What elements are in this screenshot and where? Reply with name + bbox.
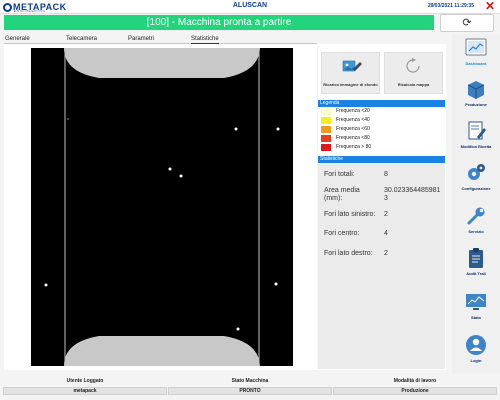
legend-item: Frequenza <40 [318,116,445,125]
wrench-icon [467,207,485,225]
sidebar-item-label: Servizio [468,229,484,234]
sidebar-item-label: Dashboard [465,61,487,66]
footer-user-value: metapack [3,387,167,395]
legend-item: Frequenza <80 [318,134,445,143]
status-footer: Utente Loggato metapack Stato Macchina P… [0,377,500,400]
tab-statistiche[interactable]: Statistiche [191,35,219,44]
stat-right-holes-label: Fori lato destro: [324,250,373,257]
footer-mode-value: Produzione [333,387,497,395]
footer-user-title: Utente Loggato [66,378,104,384]
sidebar-item-modifica-ricetta[interactable]: Modifica Ricetta [452,117,500,159]
reload-icon [406,58,420,73]
recalculate-map-label: Ricalcola mappa [397,82,430,87]
scan-hole [274,282,278,286]
statistics-header: Statistiche [318,156,445,163]
scan-view-area [4,44,317,370]
tab-parametri[interactable]: Parametri [128,35,154,44]
scan-hole [234,127,238,131]
clipboard-icon [469,248,483,268]
sidebar-item-dashboard[interactable]: Dashboard [452,34,500,76]
sidebar-item-label: Configurazione [461,186,491,191]
recalculate-map-button[interactable]: Ricalcola mappa [384,52,443,94]
datetime: 29/03/2021 11:29:35 [427,3,474,9]
stat-total-holes-label: Fori totali: [324,171,355,178]
image-refresh-icon [342,60,362,72]
legend-swatch [321,144,331,151]
machine-status-banner: [100] - Macchina pronta a partire [4,15,434,30]
legend-swatch [321,108,331,115]
footer-work-mode: Modalità di lavoro Produzione [333,377,497,395]
legend-label: Frequenza <80 [336,135,370,141]
scan-hole [168,167,172,171]
refresh-button[interactable]: ⟳ [440,14,494,32]
tab-bar: Generale Telecamera Parametri Statistich… [4,35,317,44]
logo-subtitle: ENGINEERING [14,9,47,13]
footer-logged-user: Utente Loggato metapack [3,377,167,395]
footer-machine-state: Stato Macchina PRONTO [168,377,332,395]
reload-background-image-button[interactable]: Ricarica immagine di sfondo [321,52,380,94]
edit-document-icon [468,121,486,140]
stat-right-holes-value: 2 [384,250,388,257]
sidebar-item-label: Produzione [465,102,487,107]
scan-image [31,48,293,366]
close-icon[interactable]: ✕ [484,0,496,12]
sidebar: Dashboard Produzione Modifica Ricetta Co… [452,34,500,374]
sidebar-item-label: Login [470,358,482,363]
scan-svg [31,48,293,366]
stat-total-holes-value: 8 [384,171,388,178]
legend-label: Frequenza <40 [336,117,370,123]
legend-label: Frequenza > 80 [336,144,372,150]
statistics-table: Fori totali: 8 Area media (mm): 30.02336… [318,163,445,369]
legend-item: Frequenza <60 [318,125,445,134]
sidebar-item-servizio[interactable]: Servizio [452,202,500,244]
legend-swatch [321,135,331,142]
legend-label: Frequenza <20 [336,108,370,114]
sidebar-item-produzione[interactable]: Produzione [452,75,500,117]
refresh-icon: ⟳ [462,17,472,29]
sidebar-item-label: Audit Trail [466,271,486,276]
sidebar-item-audit-trail[interactable]: Audit Trail [452,244,500,286]
top-bar: METAPACK ENGINEERING ALUSCAN 29/03/2021 … [0,0,500,14]
stat-left-holes-value: 2 [384,211,388,218]
stat-center-holes-value: 4 [384,230,388,237]
reload-background-image-label: Ricarica immagine di sfondo [323,82,378,87]
box-icon [467,81,485,99]
legend-swatch [321,126,331,133]
legend-label: Frequenza <60 [336,126,370,132]
user-icon [466,335,486,355]
footer-mode-title: Modalità di lavoro [393,378,437,384]
sidebar-item-label: Modifica Ricetta [460,144,492,149]
scan-hole [236,327,240,331]
legend-item: Frequenza > 80 [318,143,445,152]
dashboard-icon [465,38,487,56]
stat-center-holes-label: Fori centro: [324,230,360,237]
stat-average-area-value: 30.0233644859813 [384,187,441,202]
statistics-panel: Ricarica immagine di sfondo Ricalcola ma… [318,44,446,370]
stat-left-holes-label: Fori lato sinistro: [324,211,376,218]
gears-icon [468,164,485,180]
legend-swatch [321,117,331,124]
sidebar-item-configurazione[interactable]: Configurazione [452,159,500,201]
scan-hole [44,283,48,287]
tab-generale[interactable]: Generale [5,35,30,44]
legend-header: Legenda [318,100,445,107]
app-title: ALUSCAN [232,2,268,9]
monitor-icon [466,294,486,310]
legend-list: Frequenza <20 Frequenza <40 Frequenza <6… [318,107,445,152]
sidebar-item-login[interactable]: Login [452,331,500,373]
stat-average-area-label: Area media (mm): [324,187,360,202]
footer-machine-value: PRONTO [168,387,332,395]
legend-item: Frequenza <20 [318,107,445,116]
tab-telecamera[interactable]: Telecamera [66,35,97,44]
footer-machine-title: Stato Macchina [231,378,269,384]
sidebar-item-stato[interactable]: Stato [452,288,500,330]
sidebar-item-label: Stato [471,315,481,320]
scan-hole [179,174,183,178]
scan-hole [67,118,69,120]
scan-hole [276,127,280,131]
